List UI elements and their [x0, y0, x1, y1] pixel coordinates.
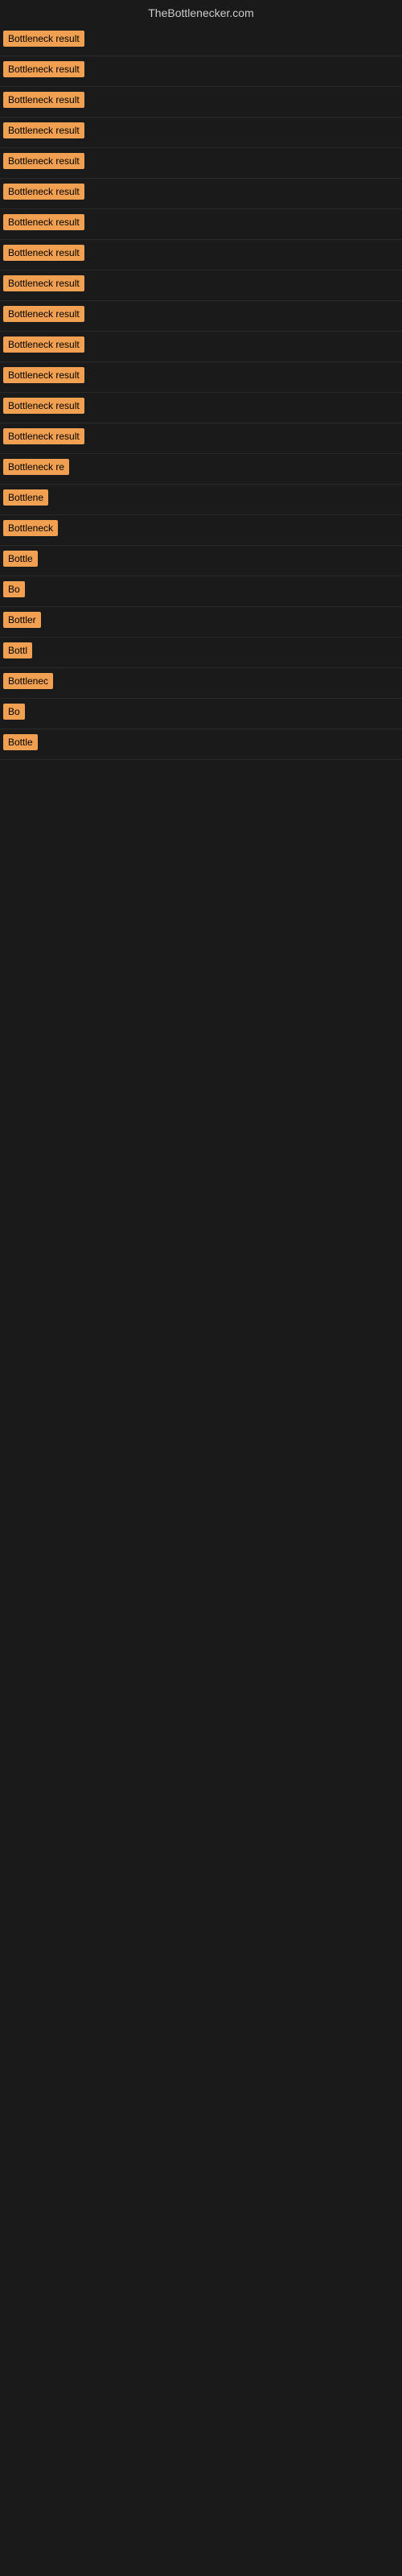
- bottleneck-badge[interactable]: Bottleneck result: [3, 275, 84, 291]
- bottleneck-badge[interactable]: Bottl: [3, 642, 32, 658]
- bottleneck-badge[interactable]: Bottleneck result: [3, 398, 84, 414]
- bottleneck-badge[interactable]: Bottleneck result: [3, 367, 84, 383]
- result-row: Bottleneck result: [0, 26, 402, 56]
- result-row: Bottleneck result: [0, 148, 402, 179]
- bottleneck-badge[interactable]: Bo: [3, 581, 25, 597]
- result-row: Bottleneck result: [0, 270, 402, 301]
- result-row: Bottleneck result: [0, 179, 402, 209]
- result-row: Bo: [0, 576, 402, 607]
- result-row: Bottle: [0, 729, 402, 760]
- bottleneck-badge[interactable]: Bottleneck result: [3, 92, 84, 108]
- result-row: Bottlene: [0, 485, 402, 515]
- bottleneck-badge[interactable]: Bottle: [3, 551, 38, 567]
- bottleneck-badge[interactable]: Bottle: [3, 734, 38, 750]
- result-row: Bottleneck result: [0, 301, 402, 332]
- result-row: Bottleneck re: [0, 454, 402, 485]
- result-row: Bottleneck result: [0, 423, 402, 454]
- bottleneck-badge[interactable]: Bottleneck result: [3, 31, 84, 47]
- bottleneck-badge[interactable]: Bottleneck re: [3, 459, 69, 475]
- result-row: Bottleneck result: [0, 118, 402, 148]
- result-row: Bottler: [0, 607, 402, 638]
- result-row: Bottleneck result: [0, 56, 402, 87]
- result-row: Bottlenec: [0, 668, 402, 699]
- bottleneck-badge[interactable]: Bottleneck result: [3, 61, 84, 77]
- result-row: Bottleneck result: [0, 362, 402, 393]
- result-row: Bottleneck result: [0, 332, 402, 362]
- result-row: Bottle: [0, 546, 402, 576]
- bottleneck-badge[interactable]: Bottler: [3, 612, 41, 628]
- results-container: Bottleneck result Bottleneck result Bottle…: [0, 26, 402, 760]
- bottleneck-badge[interactable]: Bottleneck result: [3, 122, 84, 138]
- result-row: Bottleneck result: [0, 240, 402, 270]
- result-row: Bottl: [0, 638, 402, 668]
- bottleneck-badge[interactable]: Bottleneck result: [3, 336, 84, 353]
- bottleneck-badge[interactable]: Bottleneck result: [3, 428, 84, 444]
- bottleneck-badge[interactable]: Bottlene: [3, 489, 48, 506]
- result-row: Bottleneck result: [0, 87, 402, 118]
- bottleneck-badge[interactable]: Bottleneck result: [3, 153, 84, 169]
- bottleneck-badge[interactable]: Bottlenec: [3, 673, 53, 689]
- result-row: Bottleneck: [0, 515, 402, 546]
- bottleneck-badge[interactable]: Bottleneck: [3, 520, 58, 536]
- bottleneck-badge[interactable]: Bo: [3, 704, 25, 720]
- result-row: Bo: [0, 699, 402, 729]
- bottleneck-badge[interactable]: Bottleneck result: [3, 306, 84, 322]
- bottleneck-badge[interactable]: Bottleneck result: [3, 184, 84, 200]
- bottleneck-badge[interactable]: Bottleneck result: [3, 245, 84, 261]
- bottleneck-badge[interactable]: Bottleneck result: [3, 214, 84, 230]
- result-row: Bottleneck result: [0, 209, 402, 240]
- result-row: Bottleneck result: [0, 393, 402, 423]
- site-title: TheBottlenecker.com: [0, 0, 402, 26]
